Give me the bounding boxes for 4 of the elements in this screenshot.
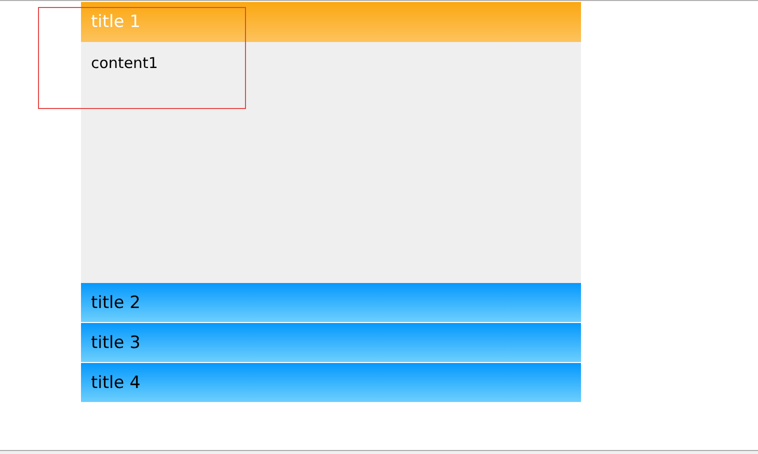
accordion-header[interactable]: title 4 bbox=[81, 363, 581, 402]
content-text: content1 bbox=[91, 54, 158, 72]
accordion-header[interactable]: title 2 bbox=[81, 283, 581, 322]
accordion-header[interactable]: title 3 bbox=[81, 323, 581, 362]
